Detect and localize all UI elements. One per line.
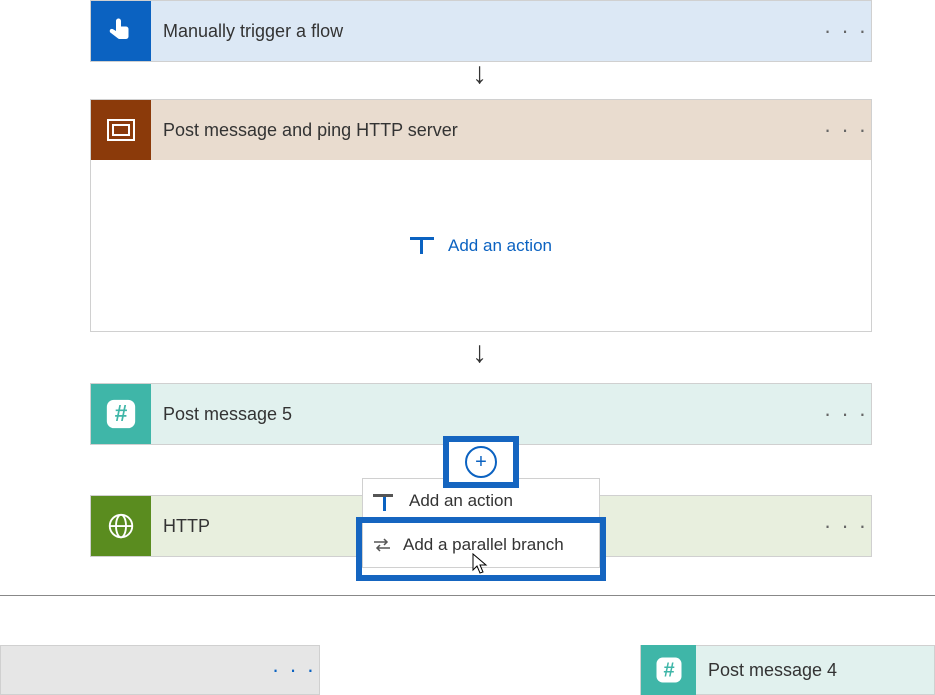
scope-icon [91,100,151,160]
http-menu[interactable]: · · · [821,513,871,539]
svg-text:#: # [115,400,128,426]
scope-add-action-label: Add an action [448,236,552,256]
globe-icon [91,496,151,556]
parallel-branch-icon [373,538,391,552]
arrow-down-icon: ↓ [472,57,487,91]
arrow-down-icon: ↓ [472,336,487,370]
add-action-icon [410,237,434,255]
trigger-step[interactable]: Manually trigger a flow · · · [90,0,872,62]
scope-title: Post message and ping HTTP server [151,120,821,141]
branch-left-card[interactable]: · · · [0,645,320,695]
post-message-5-title: Post message 5 [151,404,821,425]
hash-icon: # [641,645,696,695]
trigger-title: Manually trigger a flow [151,21,821,42]
branch-left-menu[interactable]: · · · [269,657,319,683]
scope-step-header[interactable]: Post message and ping HTTP server · · · [90,99,872,161]
post-message-5-menu[interactable]: · · · [821,401,871,427]
touch-icon [91,1,151,61]
post-message-4-title: Post message 4 [696,660,934,681]
insert-step-button[interactable]: + [465,446,497,478]
add-action-icon [373,494,393,509]
svg-text:#: # [663,659,674,681]
horizontal-divider [0,595,935,596]
context-add-action-label: Add an action [409,491,513,511]
scope-body: Add an action [90,160,872,332]
context-add-parallel-label: Add a parallel branch [403,535,564,555]
scope-menu[interactable]: · · · [821,117,871,143]
insert-step-highlight: + [443,436,519,488]
hash-icon: # [91,384,151,444]
trigger-menu[interactable]: · · · [821,18,871,44]
insert-context-menu: Add an action Add a parallel branch [362,478,600,568]
scope-add-action-button[interactable]: Add an action [410,236,552,256]
post-message-4-step[interactable]: # Post message 4 [640,645,935,695]
context-add-parallel[interactable]: Add a parallel branch [363,523,599,567]
